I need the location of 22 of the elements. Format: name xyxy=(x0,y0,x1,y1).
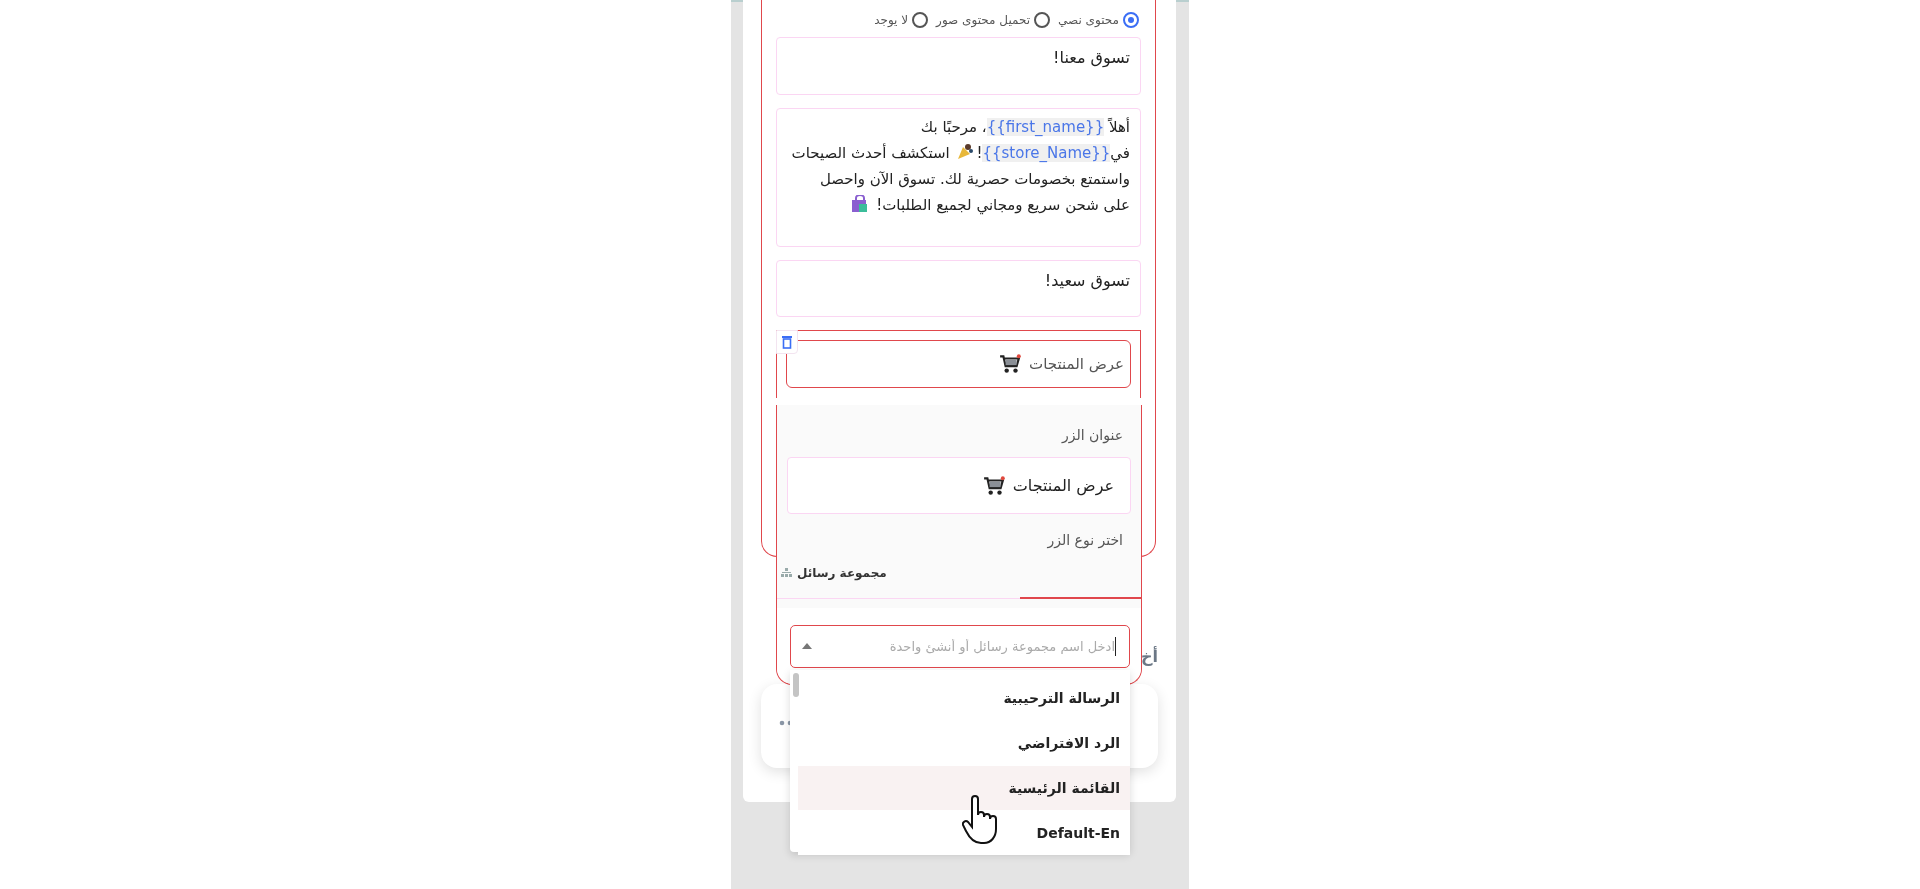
radio-option[interactable]: تحميل محتوى صور xyxy=(936,12,1051,28)
field-label: عنوان الزر xyxy=(1060,426,1124,443)
hand-cursor-icon xyxy=(962,795,998,845)
cart-icon xyxy=(999,354,1022,374)
dropdown-option[interactable]: Default-En xyxy=(798,811,1130,855)
radio-option[interactable]: محتوى نصي xyxy=(1058,12,1139,28)
dropdown-option[interactable]: القائمة الرئيسية xyxy=(798,766,1130,810)
scrollbar-thumb[interactable] xyxy=(793,673,799,697)
field-label: اختر نوع الزر xyxy=(1046,531,1124,548)
trash-icon[interactable] xyxy=(776,330,798,354)
party-popper-icon xyxy=(956,143,975,161)
tab[interactable]: مجموعة رسائل xyxy=(781,566,887,580)
shopping-bag-icon xyxy=(851,195,870,213)
button-title-field[interactable]: عرض المنتجات xyxy=(787,457,1131,514)
section-label: أخ xyxy=(1141,647,1158,666)
products-button[interactable]: عرض المنتجات xyxy=(786,340,1131,388)
footer-text-field[interactable]: تسوق سعيد! xyxy=(776,260,1141,317)
cart-icon xyxy=(982,475,1005,496)
header-text-field[interactable]: تسوق معنا! xyxy=(776,37,1141,95)
sitemap-icon xyxy=(781,568,792,578)
caret-icon xyxy=(802,643,812,649)
radio-option[interactable]: لا يوجد xyxy=(874,12,929,28)
